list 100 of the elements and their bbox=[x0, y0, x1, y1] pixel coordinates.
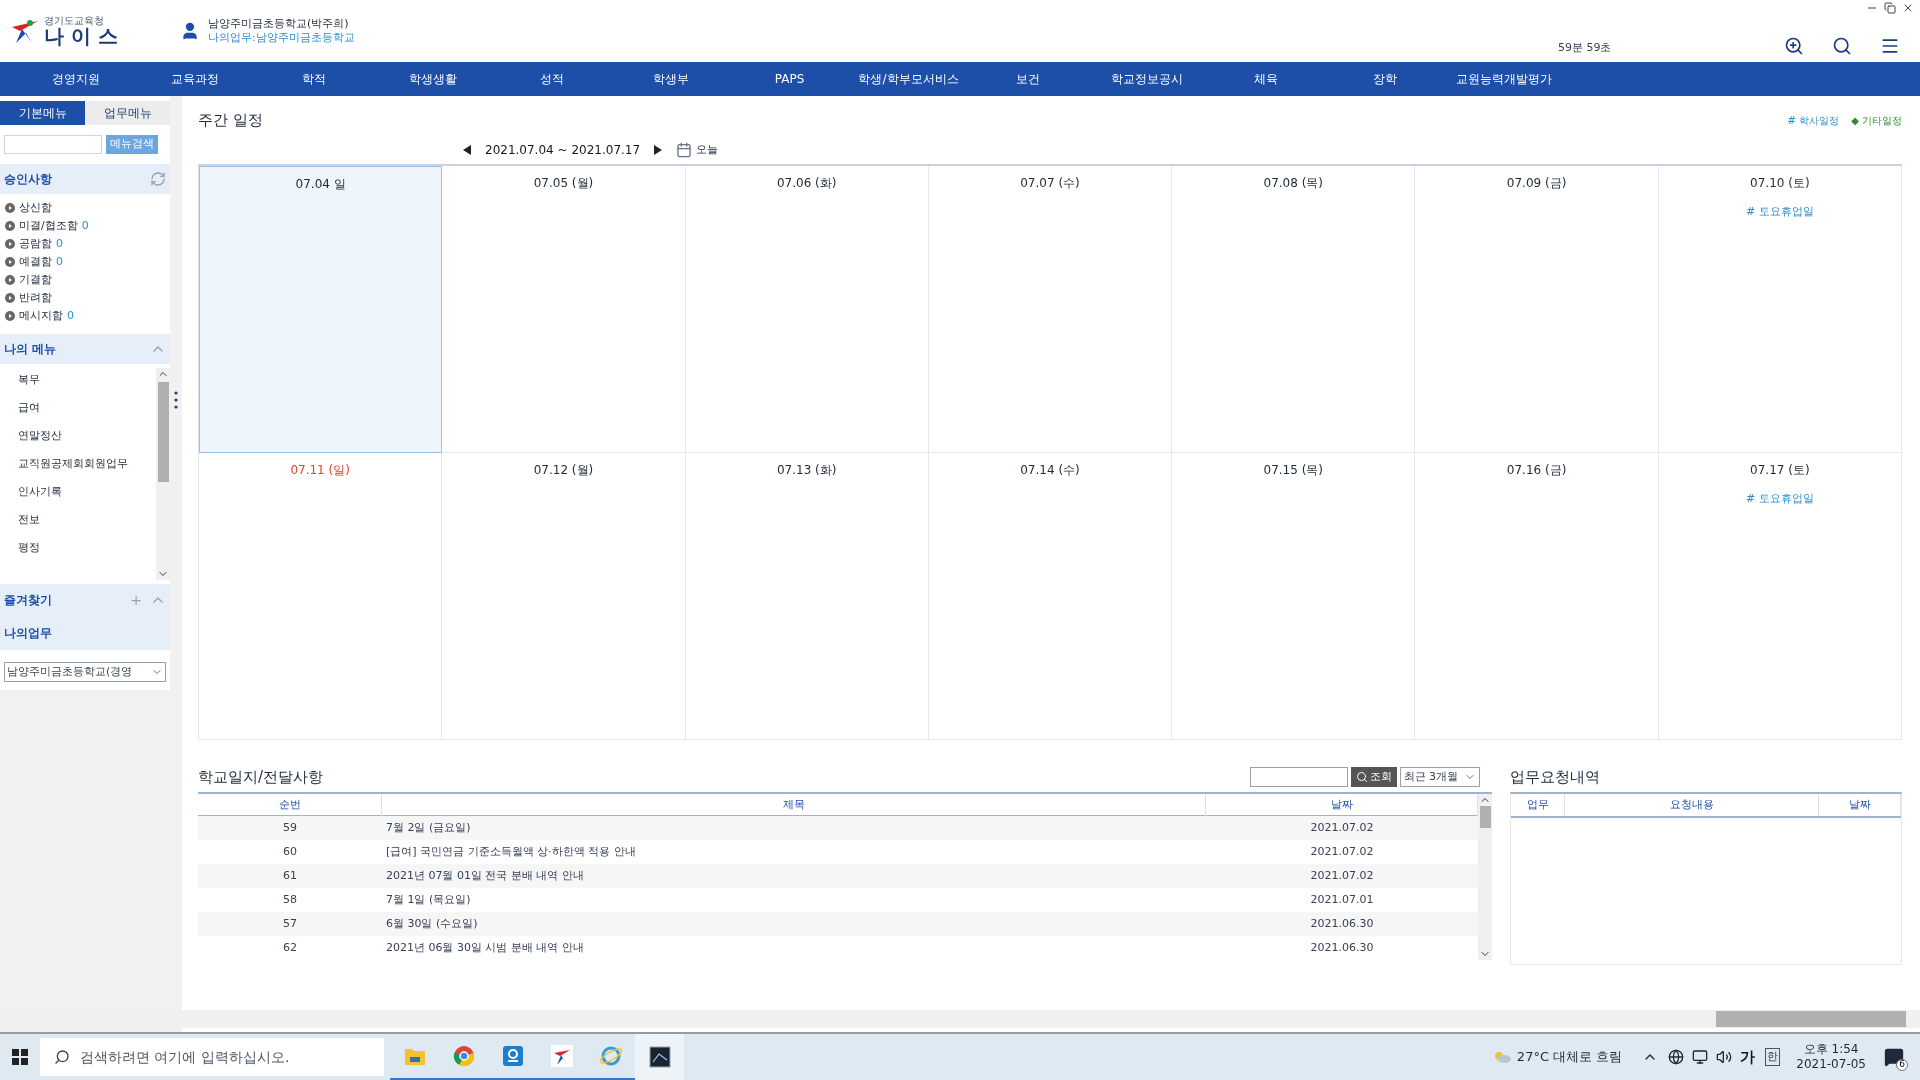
nav-item[interactable]: 성적 bbox=[492, 70, 611, 88]
splitter-handle-icon[interactable] bbox=[174, 391, 178, 409]
column-header[interactable]: 업무 bbox=[1511, 794, 1565, 816]
weather-text[interactable]: 27°C 대체로 흐림 bbox=[1516, 1047, 1623, 1067]
scrollbar-thumb[interactable] bbox=[157, 382, 169, 482]
nav-item[interactable]: 학생생활 bbox=[373, 70, 492, 88]
calendar-icon[interactable] bbox=[676, 142, 693, 158]
day-cell[interactable]: 07.14 (수) bbox=[928, 453, 1173, 740]
notification-icon[interactable] bbox=[1884, 1047, 1904, 1067]
my-menu-item[interactable]: 복무 bbox=[18, 372, 156, 400]
approval-item[interactable]: 예결함 bbox=[19, 253, 52, 271]
org-name: 경기도교육청 bbox=[44, 16, 105, 26]
day-cell[interactable]: 07.10 (토) # 토요휴업일 bbox=[1658, 166, 1902, 453]
ime-indicator[interactable]: 가 bbox=[1740, 1045, 1756, 1069]
nav-item[interactable]: 보건 bbox=[968, 70, 1087, 88]
clock-date[interactable]: 2021-07-05 bbox=[1796, 1057, 1866, 1072]
my-menu-item[interactable]: 평정 bbox=[18, 540, 156, 568]
approval-item[interactable]: 반려함 bbox=[19, 289, 52, 307]
volume-icon[interactable] bbox=[1716, 1049, 1733, 1065]
bullet-icon bbox=[5, 239, 15, 249]
day-cell[interactable]: 07.13 (화) bbox=[685, 453, 929, 740]
next-week-icon[interactable] bbox=[654, 145, 663, 155]
menu-icon[interactable] bbox=[1880, 36, 1900, 56]
star-logo-icon[interactable] bbox=[550, 1045, 573, 1067]
approval-item[interactable]: 기결함 bbox=[19, 271, 52, 289]
tray-icon[interactable] bbox=[1668, 1049, 1685, 1065]
calendar-event[interactable]: # 토요휴업일 bbox=[1746, 491, 1814, 508]
day-cell[interactable]: 07.09 (금) bbox=[1415, 166, 1659, 453]
notice-search-field[interactable] bbox=[1249, 767, 1348, 787]
day-cell[interactable]: 07.12 (월) bbox=[442, 453, 686, 740]
column-header[interactable]: 날짜 bbox=[1819, 794, 1901, 816]
menu-search-field[interactable] bbox=[4, 135, 102, 154]
notification-badge: 6 bbox=[1896, 1059, 1908, 1071]
table-cell[interactable]: [급여] 국민연금 기준소득월액 상·하한액 적용 안내 bbox=[382, 843, 1206, 861]
nav-item[interactable]: 학교정보공시 bbox=[1087, 70, 1206, 88]
approval-item[interactable]: 상신함 bbox=[19, 199, 52, 217]
terminal-window-icon[interactable] bbox=[648, 1046, 671, 1068]
my-menu-item[interactable]: 급여 bbox=[18, 400, 156, 428]
app-icon[interactable] bbox=[501, 1045, 524, 1067]
day-cell[interactable]: 07.08 (목) bbox=[1172, 166, 1416, 453]
approval-item[interactable]: 미결/협조함 bbox=[19, 217, 78, 235]
day-cell[interactable]: 07.05 (월) bbox=[442, 166, 686, 453]
table-cell[interactable]: 6월 30일 (수요일) bbox=[382, 915, 1206, 933]
browser-icon[interactable] bbox=[452, 1045, 475, 1067]
table-cell-text: 58 bbox=[282, 891, 298, 908]
network-icon[interactable] bbox=[1692, 1049, 1709, 1065]
search-button[interactable]: 조회 bbox=[1350, 767, 1397, 787]
my-menu-item[interactable]: 교직원공제회회원업무 bbox=[18, 456, 156, 484]
nav-item[interactable]: 학적 bbox=[254, 70, 373, 88]
my-menu-item[interactable]: 전보 bbox=[18, 512, 156, 540]
nav-item[interactable]: PAPS bbox=[730, 70, 849, 88]
search-icon[interactable] bbox=[1832, 36, 1852, 56]
clock-time[interactable]: 오후 1:54 bbox=[1803, 1042, 1859, 1057]
table-cell[interactable]: 2021년 06월 30일 시범 분배 내역 안내 bbox=[382, 939, 1206, 957]
day-cell[interactable]: 07.11 (일) bbox=[199, 453, 443, 740]
approval-item[interactable]: 공람함 bbox=[19, 235, 52, 253]
scrollbar[interactable] bbox=[1478, 794, 1492, 960]
approval-item[interactable]: 메시지함 bbox=[19, 307, 63, 325]
zoom-in-icon[interactable] bbox=[1784, 36, 1804, 56]
nav-item[interactable]: 장학 bbox=[1325, 70, 1444, 88]
scrollbar-thumb[interactable] bbox=[1479, 806, 1491, 828]
close-icon[interactable] bbox=[1902, 2, 1914, 14]
day-cell[interactable]: 07.07 (수) bbox=[928, 166, 1173, 453]
my-menu-item[interactable]: 연말정산 bbox=[18, 428, 156, 456]
period-select[interactable]: 최근 3개월 bbox=[1399, 767, 1480, 787]
table-cell[interactable]: 7월 2일 (금요일) bbox=[382, 819, 1206, 837]
scrollbar-thumb[interactable] bbox=[1716, 1011, 1906, 1027]
windows-start-icon[interactable] bbox=[12, 1049, 28, 1065]
calendar-event[interactable]: # 토요휴업일 bbox=[1746, 204, 1814, 221]
day-cell[interactable]: 07.04 일 bbox=[199, 166, 443, 453]
table-cell[interactable]: 7월 1일 (목요일) bbox=[382, 891, 1206, 909]
nav-item[interactable]: 학생부 bbox=[611, 70, 730, 88]
globe-icon[interactable] bbox=[599, 1045, 622, 1067]
today-button[interactable]: 오늘 bbox=[696, 141, 719, 159]
previous-week-icon[interactable] bbox=[463, 145, 471, 155]
date-range: 2021.07.04 ~ 2021.07.17 bbox=[485, 142, 641, 159]
nav-item[interactable]: 경영지원 bbox=[16, 70, 135, 88]
menu-tab[interactable]: 기본메뉴 bbox=[0, 101, 85, 125]
school-select[interactable]: 남양주미금초등학교(경영 bbox=[4, 662, 166, 682]
nav-item[interactable]: 교원능력개발평가 bbox=[1444, 70, 1563, 88]
day-date: 07.17 (토) bbox=[1750, 462, 1810, 479]
column-header[interactable]: 요청내용 bbox=[1565, 794, 1819, 816]
refresh-icon[interactable] bbox=[150, 171, 166, 187]
my-menu-item[interactable]: 인사기록 bbox=[18, 484, 156, 512]
day-cell[interactable]: 07.15 (목) bbox=[1172, 453, 1416, 740]
taskbar-search-field[interactable]: 검색하려면 여기에 입력하십시오. bbox=[40, 1038, 384, 1076]
table-cell[interactable]: 2021년 07월 01일 전국 분배 내역 안내 bbox=[382, 867, 1206, 885]
restore-icon[interactable] bbox=[1884, 2, 1896, 14]
ime-mode-indicator[interactable]: 한 bbox=[1765, 1047, 1781, 1067]
nav-item[interactable]: 학생/학부모서비스 bbox=[849, 70, 968, 88]
day-cell[interactable]: 07.17 (토) # 토요휴업일 bbox=[1658, 453, 1902, 740]
panel-title: 주간 일정 bbox=[198, 109, 263, 131]
nav-item[interactable]: 교육과정 bbox=[135, 70, 254, 88]
folder-icon[interactable] bbox=[403, 1046, 426, 1066]
day-cell[interactable]: 07.06 (화) bbox=[685, 166, 929, 453]
scrollbar[interactable] bbox=[156, 368, 170, 580]
nav-item[interactable]: 체육 bbox=[1206, 70, 1325, 88]
section-title: 즐겨찾기 bbox=[4, 592, 52, 609]
my-work-link[interactable]: 나의업무:남양주미금초등학교 bbox=[207, 31, 355, 45]
day-cell[interactable]: 07.16 (금) bbox=[1415, 453, 1659, 740]
